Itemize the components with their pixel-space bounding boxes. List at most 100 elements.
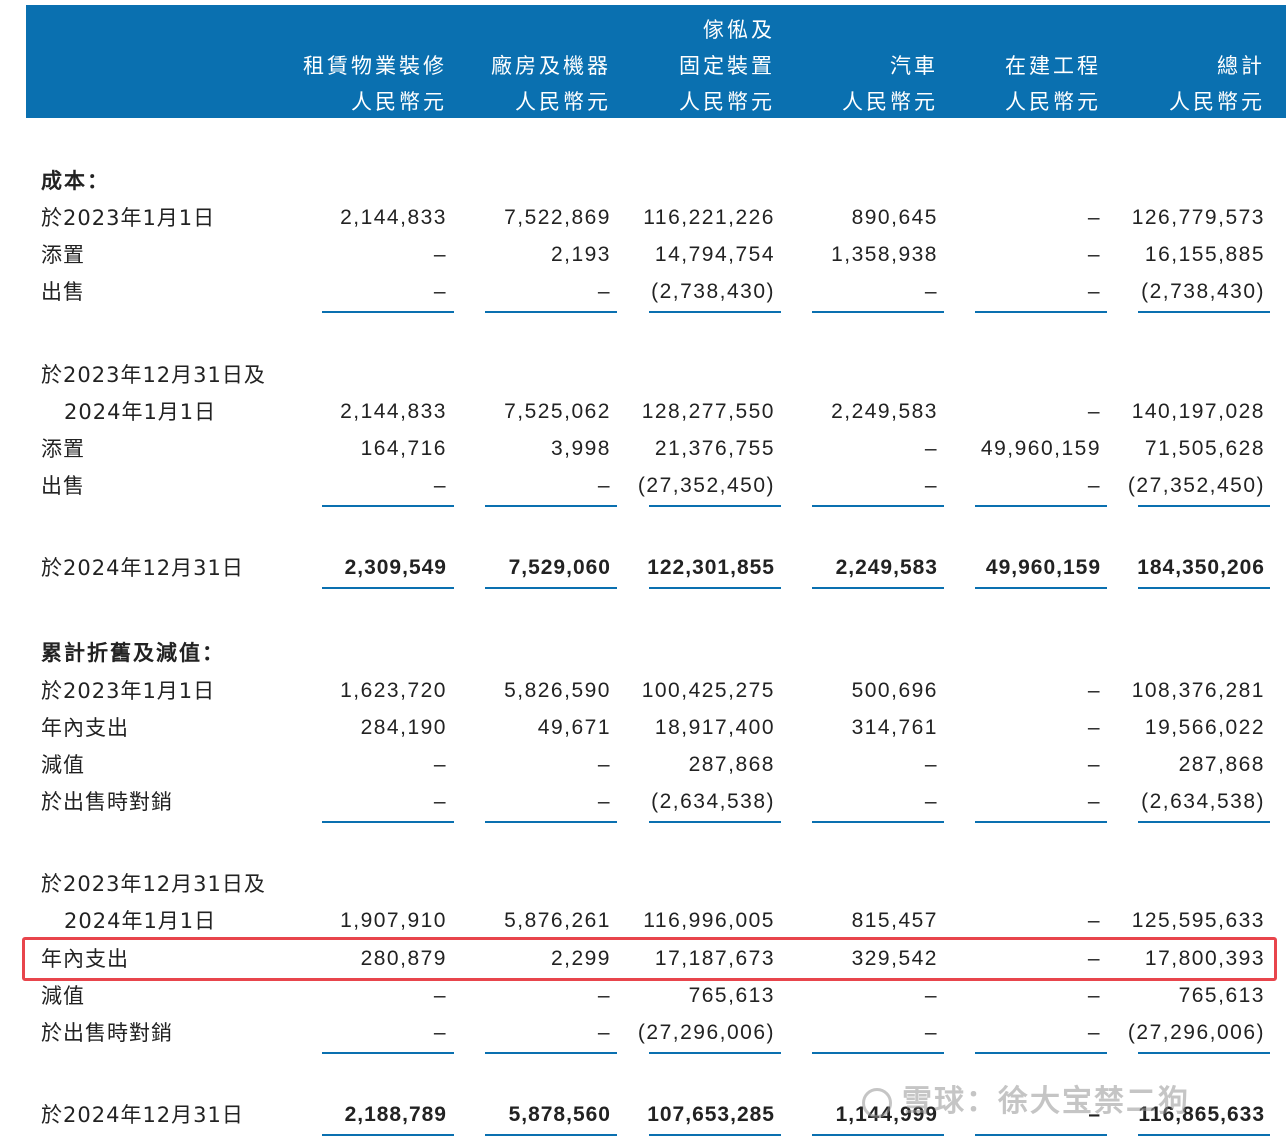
table-cell: 890,645 [851,206,938,229]
table-cell: 14,794,754 [654,243,775,266]
underline-rule [1138,587,1270,589]
table-cell: 71,505,628 [1144,437,1265,460]
table-cell: (27,296,006) [637,1021,775,1044]
table-cell: – [433,1021,447,1044]
table-cell: – [597,753,611,776]
underline-rule [1138,311,1270,313]
row-label: 於2023年1月1日 [41,206,216,230]
row-label: 出售 [41,474,85,498]
underline-rule [975,1134,1107,1136]
table-cell: 1,907,910 [340,909,447,932]
table-cell: 1,623,720 [340,679,447,702]
column-header-line [303,12,447,48]
table-cell: 5,876,261 [504,909,611,932]
table-cell: – [433,243,447,266]
table-cell: 49,960,159 [980,437,1101,460]
table-cell: 16,155,885 [1144,243,1265,266]
table-row: 於出售時對銷 – – (27,296,006) – – (27,296,006) [0,1015,1286,1051]
underline-rule [975,505,1107,507]
underline-rule [485,505,617,507]
underline-rule [322,587,454,589]
underline-rule [322,311,454,313]
column-header-line: 在建工程 [1005,54,1101,78]
underline-rule [975,1052,1107,1054]
row-label: 累計折舊及減值： [41,641,225,665]
row-label: 年內支出 [41,716,129,740]
row-label: 2024年1月1日 [64,400,217,424]
row-label: 添置 [41,243,85,267]
table-cell: – [597,1021,611,1044]
row-label: 添置 [41,437,85,461]
row-label: 出售 [41,280,85,304]
table-cell: 765,613 [688,984,775,1007]
underline-rule [1138,505,1270,507]
table-cell: – [924,1021,938,1044]
table-cell: 108,376,281 [1131,679,1265,702]
underline-rule [812,587,944,589]
table-cell: 125,595,633 [1131,909,1265,932]
table-cell: 49,960,159 [985,556,1101,579]
column-header-line: 人民幣元 [515,90,611,114]
column-header-line: 人民幣元 [1169,90,1265,114]
watermark: 雪球：徐大宝禁二狗 [862,1076,1190,1120]
table-row: 減值 – – 765,613 – – 765,613 [0,978,1286,1014]
table-cell: 100,425,275 [641,679,775,702]
table-cell: – [433,790,447,813]
table-cell: 122,301,855 [647,556,775,579]
underline-rule [812,821,944,823]
table-row: 於2023年1月1日 2,144,833 7,522,869 116,221,226 8… [0,200,1286,236]
table-cell: – [924,984,938,1007]
underline-rule [485,821,617,823]
underline-rule [812,311,944,313]
table-cell: 2,188,789 [344,1103,447,1126]
column-header-line: 固定裝置 [679,54,775,78]
table-cell: – [597,280,611,303]
column-header-line: 總計 [1217,54,1265,78]
table-cell: – [597,474,611,497]
table-cell: (27,296,006) [1127,1021,1265,1044]
table-cell: – [597,984,611,1007]
column-header-line: 傢俬及 [703,18,775,42]
table-row: 減值 – – 287,868 – – 287,868 [0,747,1286,783]
table-cell: 2,249,583 [831,400,938,423]
table-row: 添置 164,716 3,998 21,376,755 – 49,960,159 71,50… [0,431,1286,467]
table-cell: – [1087,716,1101,739]
table-row: 出售 – – (27,352,450) – – (27,352,450) [0,468,1286,504]
table-cell: 107,653,285 [647,1103,775,1126]
column-header-line: 汽車 [890,54,938,78]
table-cell: – [1087,679,1101,702]
underline-rule [322,505,454,507]
table-cell: 5,826,590 [504,679,611,702]
column-header-6: 總計人民幣元 [1169,12,1265,120]
underline-rule [1138,821,1270,823]
table-cell: 2,144,833 [340,400,447,423]
underline-rule [649,1134,781,1136]
table-row: 於2023年12月31日及 [0,357,1286,393]
table-cell: – [1087,474,1101,497]
table-cell: 128,277,550 [641,400,775,423]
table-row: 於2024年12月31日 2,309,549 7,529,060 122,301,85… [0,550,1286,586]
underline-rule [812,1134,944,1136]
underline-rule [485,1052,617,1054]
table-cell: (2,738,430) [1141,280,1265,303]
table-cell: (27,352,450) [1127,474,1265,497]
table-row: 2024年1月1日 2,144,833 7,525,062 128,277,550 2,… [0,394,1286,430]
table-cell: – [1087,280,1101,303]
table-cell: 815,457 [851,909,938,932]
table-cell: – [433,753,447,776]
table-cell: – [433,280,447,303]
table-cell: 164,716 [360,437,447,460]
column-header-5: 在建工程 人民幣元 [1005,12,1101,120]
table-cell: (2,738,430) [651,280,775,303]
table-cell: 287,868 [1178,753,1265,776]
snowball-logo-icon [862,1087,892,1118]
table-cell: 7,525,062 [504,400,611,423]
underline-rule [322,1134,454,1136]
table-cell: 3,998 [550,437,611,460]
underline-rule [975,587,1107,589]
row-label: 減值 [41,984,85,1008]
row-label: 於出售時對銷 [41,1021,173,1045]
underline-rule [812,505,944,507]
table-row: 添置 – 2,193 14,794,754 1,358,938 – 16,155,885 [0,237,1286,273]
column-header-line: 人民幣元 [351,90,447,114]
